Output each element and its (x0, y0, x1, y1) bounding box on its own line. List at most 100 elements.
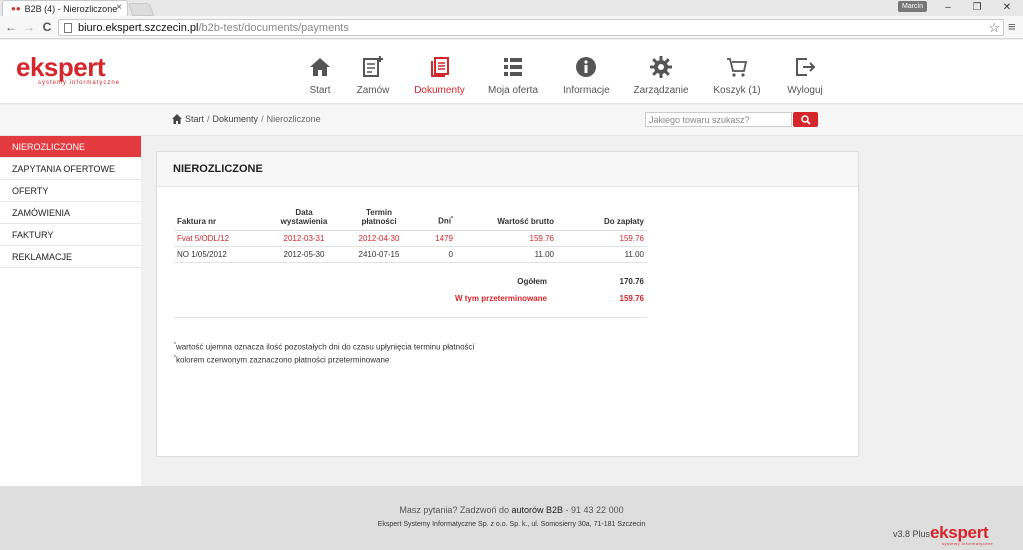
site-header: ekspert systemy informatyczne Start Zamó… (0, 40, 1023, 104)
payments-table: Faktura nr Data wystawienia Termin płatnoś… (174, 208, 647, 263)
logo-subtitle: systemy informatyczne (38, 80, 121, 86)
nav-label: Dokumenty (414, 85, 465, 96)
nav-label: Zarządzanie (633, 85, 689, 96)
breadcrumb-separator: / (207, 114, 210, 124)
profile-badge[interactable]: Marcin (898, 1, 928, 12)
footer-logo[interactable]: ekspert systemy informatyczne (930, 524, 993, 546)
browser-tab-bar: ●● B2B (4) - Nierozliczone × Marcin – ❐ … (0, 0, 1023, 16)
page-title: NIEROZLICZONE (173, 163, 263, 175)
reload-icon[interactable]: C (40, 20, 54, 34)
order-add-icon (363, 56, 383, 77)
to-pay-cell: 11.00 (557, 246, 647, 263)
footer: Masz pytania? Zadzwoń do autorów B2B - 9… (0, 486, 1023, 550)
breadcrumb-separator: / (261, 114, 264, 124)
sidebar: NIEROZLICZONE ZAPYTANIA OFERTOWE OFERTY … (0, 136, 141, 486)
invoice-link[interactable]: NO 1/05/2012 (174, 246, 264, 263)
sidebar-item-unsettled[interactable]: NIEROZLICZONE (0, 136, 141, 158)
due-date-cell: 2012-04-30 (344, 230, 414, 247)
search-button[interactable] (793, 112, 818, 127)
nav-label: Wyloguj (787, 85, 823, 96)
sidebar-item-complaints[interactable]: REKLAMACJE (0, 246, 141, 268)
nav-order[interactable]: Zamów (353, 40, 393, 104)
column-gross[interactable]: Wartość brutto (456, 208, 557, 231)
footer-logo-subtitle: systemy informatyczne (942, 541, 994, 546)
days-cell: 1479 (414, 230, 456, 247)
issue-date-cell: 2012-05-30 (264, 246, 344, 263)
back-icon[interactable]: ← (4, 20, 18, 34)
due-date-cell: 2410-07-15 (344, 246, 414, 263)
gross-cell: 11.00 (456, 246, 557, 263)
sidebar-item-orders[interactable]: ZAMÓWIENIA (0, 202, 141, 224)
footer-company: Ekspert Systemy Informatyczne Sp. z o.o.… (377, 521, 646, 528)
nav-my-offer[interactable]: Moja oferta (486, 40, 540, 104)
list-icon (504, 58, 522, 76)
nav-management[interactable]: Zarządzanie (633, 40, 689, 104)
home-icon (172, 114, 182, 124)
footer-contact: Masz pytania? Zadzwoń do autorów B2B - 9… (399, 505, 624, 515)
column-invoice[interactable]: Faktura nr (174, 208, 264, 231)
breadcrumb-current: Nierozliczone (266, 114, 321, 124)
logo-word: ekspert (16, 52, 106, 82)
invoice-link[interactable]: Fvat 5/ODL/12 (174, 230, 264, 247)
breadcrumb: Start / Dokumenty / Nierozliczone (172, 114, 321, 124)
favicon-icon: ●● (11, 4, 21, 13)
column-due-date[interactable]: Termin płatności (344, 208, 414, 231)
nav-label: Informacje (563, 85, 610, 96)
to-pay-cell: 159.76 (557, 230, 647, 247)
search-icon (800, 114, 811, 125)
days-cell: 0 (414, 246, 456, 263)
bookmark-star-icon[interactable]: ☆ (988, 20, 1000, 35)
forward-icon[interactable]: → (22, 20, 36, 34)
minimize-icon[interactable]: – (938, 1, 958, 15)
version-label: v3.8 Plus (893, 529, 931, 539)
logo[interactable]: ekspert systemy informatyczne (16, 54, 120, 87)
url-input[interactable]: biuro.ekspert.szczecin.pl/b2b-test/docum… (58, 19, 1004, 36)
restore-icon[interactable]: ❐ (967, 1, 987, 15)
browser-tab[interactable]: ●● B2B (4) - Nierozliczone × (2, 0, 128, 16)
close-window-icon[interactable]: ✕ (997, 1, 1017, 15)
sidebar-item-offers[interactable]: OFERTY (0, 180, 141, 202)
nav-start[interactable]: Start (300, 40, 340, 104)
table-row[interactable]: NO 1/05/2012 2012-05-30 2410-07-15 0 11.… (174, 246, 647, 263)
address-bar: ← → C biuro.ekspert.szczecin.pl/b2b-test… (0, 16, 1023, 39)
authors-link[interactable]: autorów B2B (511, 505, 563, 515)
table-row[interactable]: Fvat 5/ODL/12 2012-03-31 2012-04-30 1479… (174, 230, 647, 247)
breadcrumb-home[interactable]: Start (185, 114, 204, 124)
breadcrumb-documents[interactable]: Dokumenty (213, 114, 259, 124)
tab-close-icon[interactable]: × (116, 2, 122, 13)
payments-panel: NIEROZLICZONE Faktura nr Data wystawienia… (156, 151, 859, 457)
nav-info[interactable]: Informacje (563, 40, 610, 104)
gross-cell: 159.76 (456, 230, 557, 247)
new-tab-button[interactable] (127, 3, 155, 16)
totals: Ogółem 170.76 W tym przeterminowane 159.… (174, 277, 647, 311)
total-value: 170.76 (619, 277, 644, 286)
column-issue-date[interactable]: Data wystawienia (264, 208, 344, 231)
browser-menu-icon[interactable]: ≡ (1008, 20, 1016, 34)
column-days[interactable]: Dni* (414, 208, 456, 231)
nav-logout[interactable]: Wyloguj (785, 40, 825, 104)
nav-cart[interactable]: Koszyk (1) (712, 40, 762, 104)
footer-logo-word: ekspert (930, 523, 989, 542)
url-text: biuro.ekspert.szczecin.pl/b2b-test/docum… (78, 22, 349, 34)
footnotes: *wartość ujemna oznacza ilość pozostałyc… (174, 340, 474, 365)
tab-title: B2B (4) - Nierozliczone (24, 3, 118, 14)
nav-label: Koszyk (1) (713, 85, 761, 96)
nav-label: Zamów (356, 85, 390, 96)
total-row: Ogółem 170.76 (174, 277, 647, 294)
breadcrumb-bar: Start / Dokumenty / Nierozliczone (0, 105, 1023, 136)
total-label: Ogółem (517, 277, 547, 286)
nav-documents[interactable]: Dokumenty (412, 40, 467, 104)
cart-icon (727, 58, 748, 77)
home-icon (310, 58, 330, 76)
column-to-pay[interactable]: Do zapłaty (557, 208, 647, 231)
nav-label: Start (309, 85, 331, 96)
footnote-overdue-color: *kolorem czerwonym zaznaczono płatności … (174, 354, 390, 365)
issue-date-cell: 2012-03-31 (264, 230, 344, 247)
overdue-label: W tym przeterminowane (454, 294, 547, 303)
search-input[interactable] (645, 112, 792, 127)
overdue-value: 159.76 (619, 294, 644, 303)
sidebar-item-invoices[interactable]: FAKTURY (0, 224, 141, 246)
info-icon (576, 57, 596, 77)
gear-icon (650, 56, 672, 78)
sidebar-item-inquiries[interactable]: ZAPYTANIA OFERTOWE (0, 158, 141, 180)
